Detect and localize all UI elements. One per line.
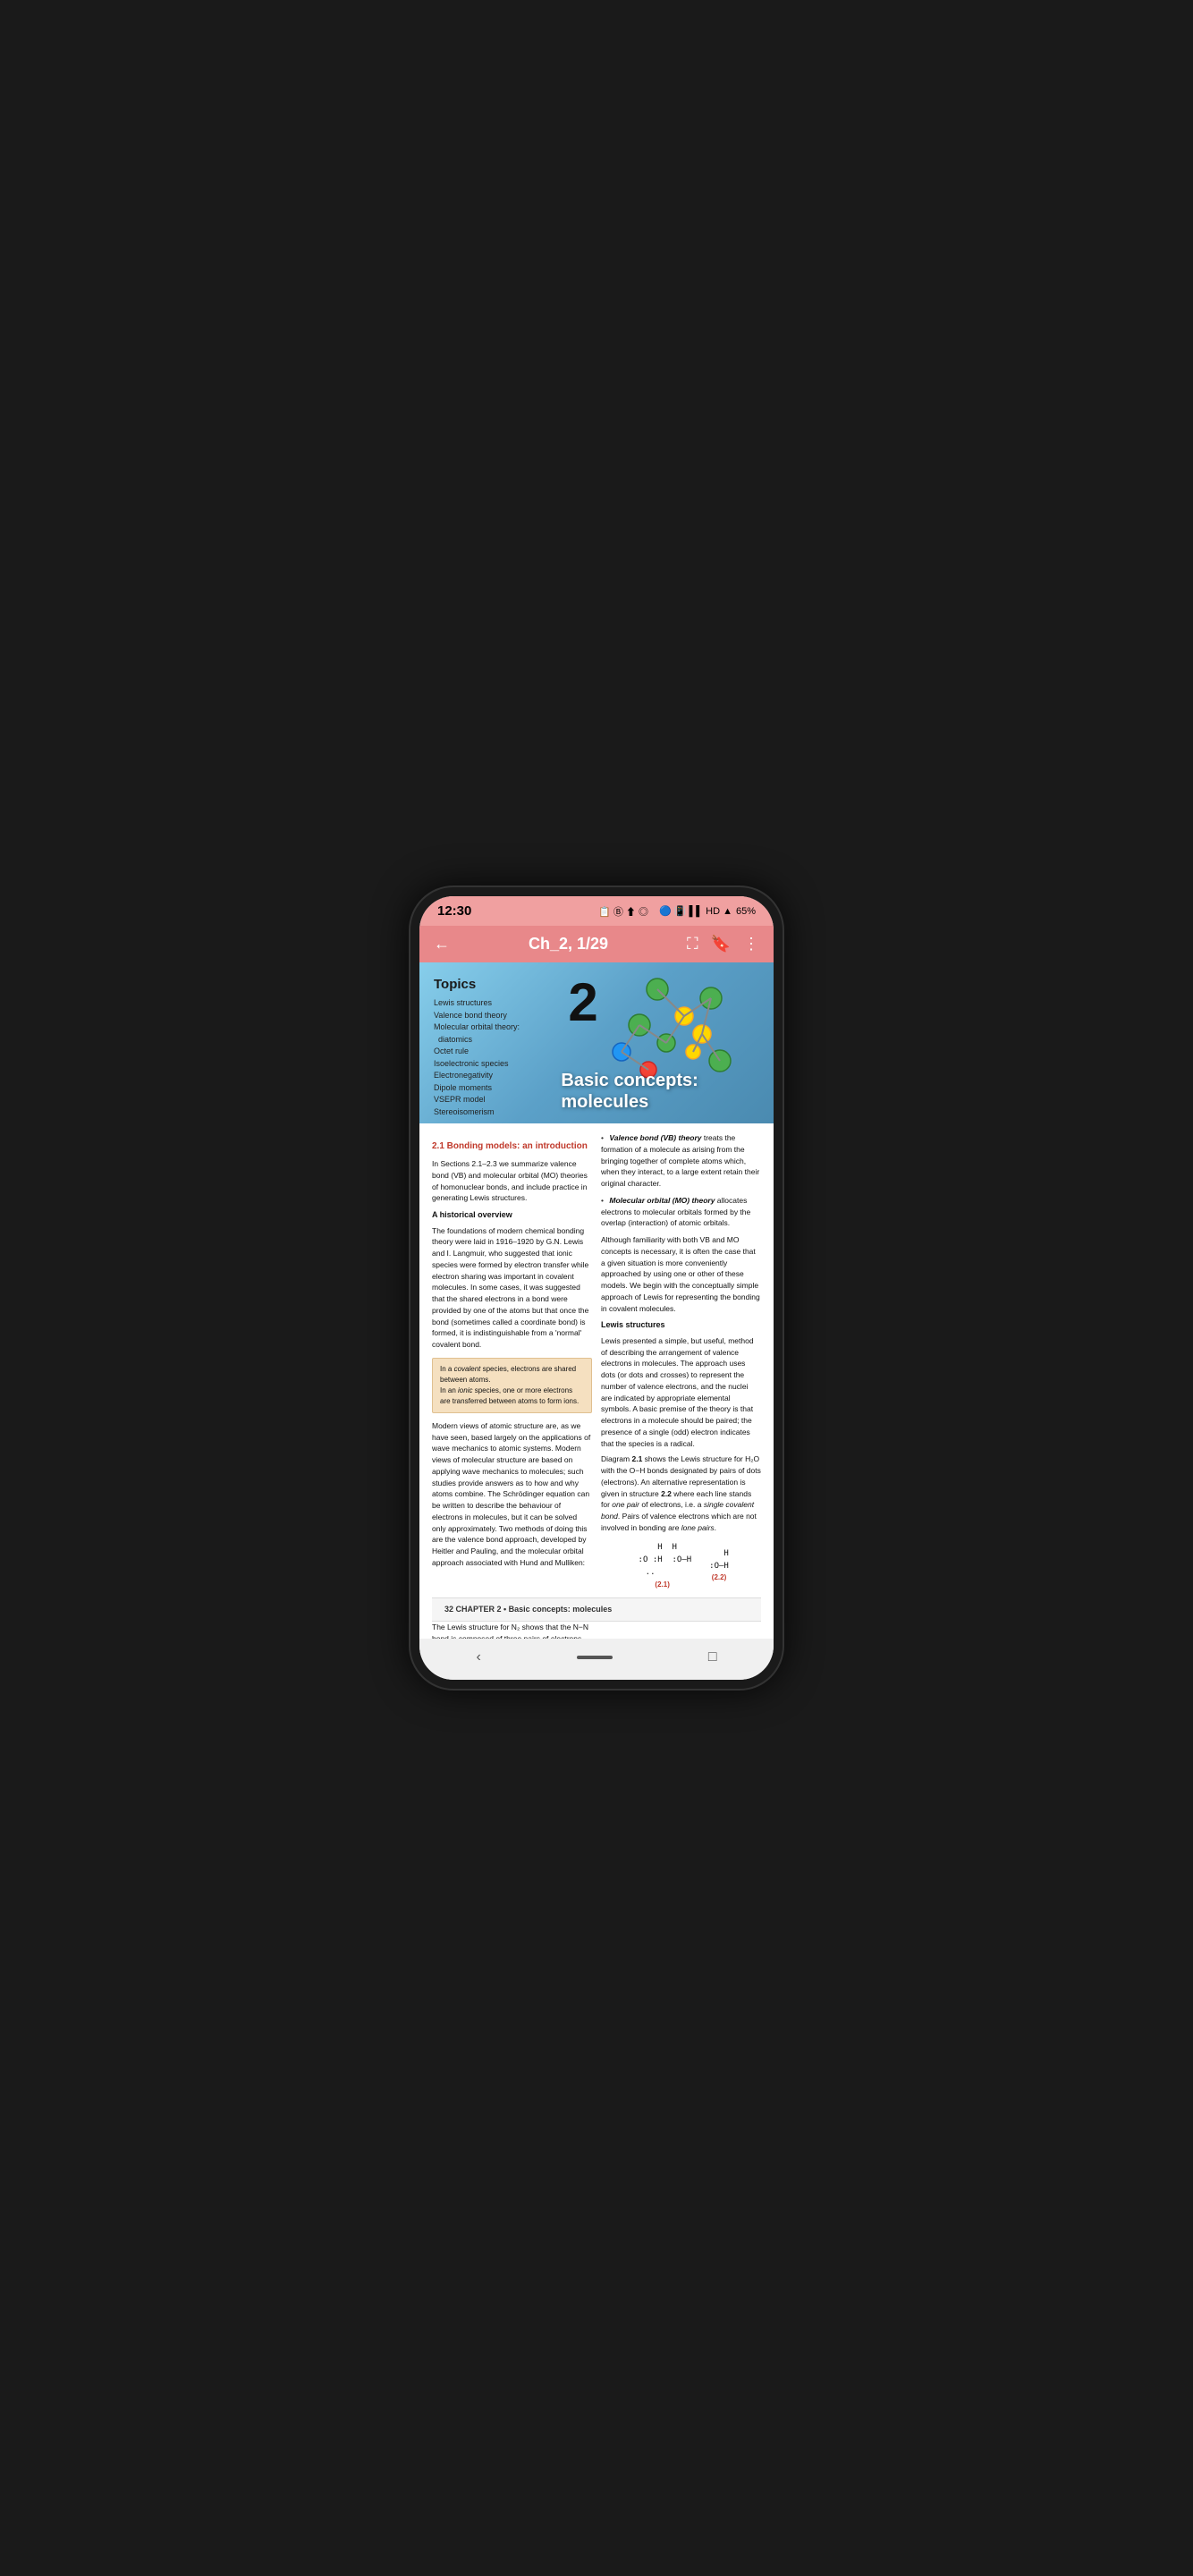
app-bar-icons: ⛶ 🔖 ⋮ bbox=[687, 935, 759, 953]
topic-item: Lewis structures bbox=[434, 997, 550, 1010]
diagram-22-label: (2.2) bbox=[709, 1572, 729, 1583]
chapter-title-area: Basic concepts: molecules bbox=[561, 1070, 772, 1113]
section-21-heading: 2.1 Bonding models: an introduction bbox=[432, 1140, 592, 1153]
topic-item: Valence bond theory bbox=[434, 1010, 550, 1022]
diagram-text: Diagram 2.1 shows the Lewis structure fo… bbox=[601, 1453, 761, 1533]
topic-item: VSEPR model bbox=[434, 1094, 550, 1106]
mo-theory-text: Molecular orbital (MO) theory allocates … bbox=[601, 1196, 750, 1228]
modern-text: Modern views of atomic structure are, as… bbox=[432, 1420, 592, 1569]
lewis-text: Lewis presented a simple, but useful, me… bbox=[601, 1335, 761, 1450]
phone-screen: 12:30 📋 Ⓑ ⬆ ◎ 🔵 📳 ▌▌ HD ▲ 65% ← Ch_2, 1/… bbox=[419, 896, 774, 1680]
bottom-two-column: The Lewis structure for N₂ shows that th… bbox=[432, 1622, 761, 1639]
historical-heading: A historical overview bbox=[432, 1209, 592, 1222]
app-bar-title: Ch_2, 1/29 bbox=[450, 935, 687, 953]
molecule-figure: (a) bbox=[601, 1622, 761, 1639]
lewis-heading: Lewis structures bbox=[601, 1319, 761, 1332]
mo-bullet: • Molecular orbital (MO) theory allocate… bbox=[601, 1195, 761, 1229]
diagram-row-h2o: H H :O :H :O—H .. (2.1) H :O—H (2.2) bbox=[601, 1541, 761, 1590]
bottom-right: (a) Fig. 2.2 Fig. 2.2 The structures of … bbox=[601, 1622, 761, 1639]
topic-item: Stereoisomerism bbox=[434, 1106, 550, 1119]
historical-text: The foundations of modern chemical bondi… bbox=[432, 1225, 592, 1351]
right-column: • Valence bond (VB) theory treats the fo… bbox=[601, 1132, 761, 1597]
topic-item: Electronegativity bbox=[434, 1070, 550, 1082]
content-area[interactable]: Topics Lewis structures Valence bond the… bbox=[419, 962, 774, 1639]
highlight-line1: In a covalent species, electrons are sha… bbox=[440, 1365, 576, 1384]
notification-icons: 📋 Ⓑ ⬆ ◎ bbox=[598, 904, 648, 919]
battery-indicator: 65% bbox=[736, 906, 756, 917]
chapter-header: Topics Lewis structures Valence bond the… bbox=[419, 962, 774, 1123]
page-content: 2.1 Bonding models: an introduction In S… bbox=[419, 1123, 774, 1639]
diagram-21-label: (2.1) bbox=[633, 1580, 691, 1590]
vb-mo-combined-text: Although familiarity with both VB and MO… bbox=[601, 1234, 761, 1314]
topic-item: Dipole moments bbox=[434, 1082, 550, 1095]
two-column-layout: 2.1 Bonding models: an introduction In S… bbox=[432, 1132, 761, 1597]
phone-frame: 12:30 📋 Ⓑ ⬆ ◎ 🔵 📳 ▌▌ HD ▲ 65% ← Ch_2, 1/… bbox=[409, 886, 784, 1690]
diagram-22: H :O—H (2.2) bbox=[709, 1547, 729, 1584]
topics-heading: Topics bbox=[434, 977, 550, 992]
status-icons: 📋 Ⓑ ⬆ ◎ 🔵 📳 ▌▌ HD ▲ 65% bbox=[598, 904, 756, 919]
nav-square-button[interactable]: □ bbox=[690, 1646, 735, 1669]
topic-item: Molecular orbital theory: diatomics bbox=[434, 1021, 550, 1046]
fullscreen-button[interactable]: ⛶ bbox=[687, 935, 698, 953]
vb-theory-text: Valence bond (VB) theory treats the form… bbox=[601, 1133, 759, 1188]
section-21-intro: In Sections 2.1–2.3 we summarize valence… bbox=[432, 1158, 592, 1204]
left-column: 2.1 Bonding models: an introduction In S… bbox=[432, 1132, 592, 1597]
bottom-left: The Lewis structure for N₂ shows that th… bbox=[432, 1622, 592, 1639]
nav-bar: ‹ □ bbox=[419, 1639, 774, 1680]
nav-back-button[interactable]: ‹ bbox=[459, 1646, 499, 1669]
bookmark-button[interactable]: 🔖 bbox=[711, 935, 731, 953]
signal-icons: 🔵 📳 ▌▌ HD ▲ bbox=[659, 905, 732, 917]
back-button[interactable]: ← bbox=[434, 935, 450, 953]
diagram-21: H H :O :H :O—H .. (2.1) bbox=[633, 1541, 691, 1590]
page-label: 32 CHAPTER 2 • Basic concepts: molecules bbox=[432, 1597, 761, 1623]
nav-home-indicator[interactable] bbox=[577, 1656, 613, 1659]
status-bar: 12:30 📋 Ⓑ ⬆ ◎ 🔵 📳 ▌▌ HD ▲ 65% bbox=[419, 896, 774, 926]
topics-list: Lewis structures Valence bond theory Mol… bbox=[434, 997, 550, 1118]
n2-text: The Lewis structure for N₂ shows that th… bbox=[432, 1622, 592, 1639]
topic-item: Octet rule bbox=[434, 1046, 550, 1058]
app-bar: ← Ch_2, 1/29 ⛶ 🔖 ⋮ bbox=[419, 926, 774, 962]
chapter-title: Basic concepts: molecules bbox=[561, 1070, 772, 1113]
chapter-number: 2 bbox=[568, 971, 597, 1033]
vb-bullet: • Valence bond (VB) theory treats the fo… bbox=[601, 1132, 761, 1190]
menu-button[interactable]: ⋮ bbox=[743, 935, 759, 953]
status-time: 12:30 bbox=[437, 903, 471, 919]
topic-item: Isoelectronic species bbox=[434, 1058, 550, 1071]
highlight-line2: In an ionic species, one or more electro… bbox=[440, 1386, 579, 1405]
highlight-box: In a covalent species, electrons are sha… bbox=[432, 1358, 592, 1413]
topics-sidebar: Topics Lewis structures Valence bond the… bbox=[434, 977, 557, 1118]
